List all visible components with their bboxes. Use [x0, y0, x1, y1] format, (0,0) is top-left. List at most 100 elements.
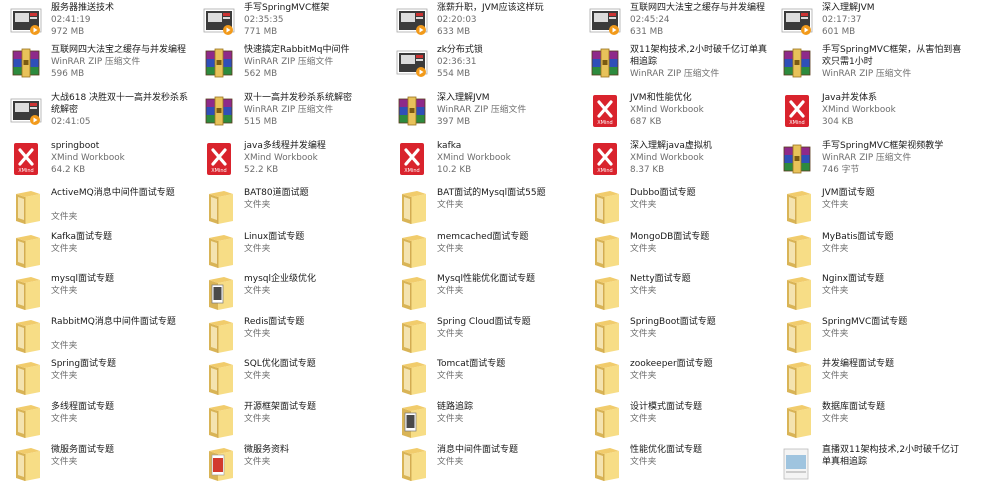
file-type-or-duration: 02:41:05	[51, 117, 91, 127]
file-name: Spring面试专题	[51, 359, 117, 369]
file-item-nginx[interactable]: Nginx面试专题 文件夹	[771, 272, 963, 314]
file-type-or-duration: WinRAR ZIP 压缩文件	[822, 69, 912, 79]
file-item-bat-mysql-55[interactable]: BAT面试的Mysql面试55题 文件夹	[386, 186, 578, 228]
file-name: 深入理解java虚拟机	[630, 141, 712, 151]
file-item-mybatis[interactable]: MyBatis面试专题 文件夹	[771, 230, 963, 272]
file-item-mysql[interactable]: Mysql性能优化面试专题 文件夹	[386, 272, 578, 314]
file-item-jvm[interactable]: 涨薪升职，JVM应该这样玩 02:20:03 633 MB	[386, 1, 578, 43]
file-item-spring[interactable]: Spring面试专题 文件夹	[0, 357, 192, 399]
file-item-mongodb[interactable]: MongoDB面试专题 文件夹	[579, 230, 771, 272]
file-item-c3-r0[interactable]: 互联网四大法宝之缓存与并发编程 02:45:24 631 MB	[579, 1, 771, 43]
winrar-archive-icon	[10, 45, 42, 81]
folder-icon	[10, 402, 42, 438]
file-name: 消息中间件面试专题	[437, 445, 519, 455]
file-type-or-duration: 文件夹	[437, 200, 464, 210]
file-item-kafka[interactable]: XMind kafka XMind Workbook 10.2 KB	[386, 139, 578, 181]
file-item-mysql[interactable]: mysql企业级优化 文件夹	[193, 272, 385, 314]
file-item-11-2[interactable]: 直播双11架构技术,2小时破千亿订单真相追踪	[771, 443, 963, 485]
file-item-c0-r9[interactable]: 多线程面试专题 文件夹	[0, 400, 192, 442]
file-item-c1-r10[interactable]: 微服务资料 文件夹	[193, 443, 385, 485]
folder-icon	[781, 317, 813, 353]
file-type-or-duration: XMind Workbook	[630, 105, 704, 115]
file-item-activemq[interactable]: ActiveMQ消息中间件面试专题 文件夹	[0, 186, 192, 228]
file-item-618[interactable]: 大战618 决胜双十一高并发秒杀系统解密 02:41:05	[0, 91, 192, 133]
file-type-or-duration: 文件夹	[244, 371, 271, 381]
file-item-springmvc[interactable]: 手写SpringMVC框架 02:35:35 771 MB	[193, 1, 385, 43]
file-item-jvm[interactable]: XMind JVM和性能优化 XMind Workbook 687 KB	[579, 91, 771, 133]
file-item-tomcat[interactable]: Tomcat面试专题 文件夹	[386, 357, 578, 399]
winrar-archive-icon-graphic	[591, 48, 619, 78]
file-item-spring-cloud[interactable]: Spring Cloud面试专题 文件夹	[386, 315, 578, 357]
file-size: 631 MB	[630, 27, 664, 37]
file-item-redis[interactable]: Redis面试专题 文件夹	[193, 315, 385, 357]
file-item-c4-r8[interactable]: 并发编程面试专题 文件夹	[771, 357, 963, 399]
folder-icon-graphic	[595, 362, 619, 395]
file-item-zk[interactable]: zk分布式锁 02:36:31 554 MB	[386, 43, 578, 85]
file-item-java[interactable]: XMind java多线程并发编程 XMind Workbook 52.2 KB	[193, 139, 385, 181]
file-item-c2-r9[interactable]: 链路追踪 文件夹	[386, 400, 578, 442]
file-item-11-2[interactable]: 双11架构技术,2小时破千亿订单真相追踪 WinRAR ZIP 压缩文件	[579, 43, 771, 85]
folder-icon	[781, 402, 813, 438]
file-name: 互联网四大法宝之缓存与并发编程	[630, 3, 766, 13]
file-type-or-duration: 文件夹	[822, 329, 849, 339]
file-item-springboot[interactable]: XMind springboot XMind Workbook 64.2 KB	[0, 139, 192, 181]
file-item-c0-r0[interactable]: 服务器推送技术 02:41:19 972 MB	[0, 1, 192, 43]
svg-text:XMind: XMind	[597, 168, 612, 174]
folder-icon-graphic	[16, 362, 40, 395]
file-item-rabbitmq[interactable]: RabbitMQ消息中间件面试专题 文件夹	[0, 315, 192, 357]
file-type-or-duration: WinRAR ZIP 压缩文件	[244, 57, 334, 67]
file-name: MongoDB面试专题	[630, 232, 710, 242]
file-item-jvm[interactable]: JVM面试专题 文件夹	[771, 186, 963, 228]
file-item-c3-r10[interactable]: 性能优化面试专题 文件夹	[579, 443, 771, 485]
file-item-c3-r9[interactable]: 设计模式面试专题 文件夹	[579, 400, 771, 442]
file-item-c2-r10[interactable]: 消息中间件面试专题 文件夹	[386, 443, 578, 485]
file-item-c4-r9[interactable]: 数据库面试专题 文件夹	[771, 400, 963, 442]
video-file-icon	[10, 3, 42, 39]
file-item-jvm[interactable]: 深入理解JVM 02:17:37 601 MB	[771, 1, 963, 43]
file-item-dubbo[interactable]: Dubbo面试专题 文件夹	[579, 186, 771, 228]
file-item-jvm[interactable]: 深入理解JVM WinRAR ZIP 压缩文件 397 MB	[386, 91, 578, 133]
file-type-or-duration: 文件夹	[630, 200, 657, 210]
svg-text:XMind: XMind	[597, 120, 612, 126]
file-size: 554 MB	[437, 69, 471, 79]
file-name: 手写SpringMVC框架视频教学	[822, 141, 944, 151]
file-size: 771 MB	[244, 27, 278, 37]
file-name: 双11架构技术,2小时破千亿订单真相追踪	[630, 45, 768, 67]
folder-doc-icon-graphic	[402, 405, 426, 438]
folder-icon-graphic	[16, 320, 40, 353]
file-item-bat80[interactable]: BAT80道面试题 文件夹	[193, 186, 385, 228]
file-type-or-duration: WinRAR ZIP 压缩文件	[822, 153, 912, 163]
file-item-memcached[interactable]: memcached面试专题 文件夹	[386, 230, 578, 272]
file-item-linux[interactable]: Linux面试专题 文件夹	[193, 230, 385, 272]
file-item-mysql[interactable]: mysql面试专题 文件夹	[0, 272, 192, 314]
file-item-c1-r2[interactable]: 双十一高并发秒杀系统解密 WinRAR ZIP 压缩文件 515 MB	[193, 91, 385, 133]
file-item-springmvc-1[interactable]: 手写SpringMVC框架，从害怕到喜欢只需1小时 WinRAR ZIP 压缩文件	[771, 43, 963, 85]
file-item-springmvc[interactable]: SpringMVC面试专题 文件夹	[771, 315, 963, 357]
file-name: 互联网四大法宝之缓存与并发编程	[51, 45, 187, 55]
file-item-springboot[interactable]: SpringBoot面试专题 文件夹	[579, 315, 771, 357]
winrar-archive-icon-graphic	[205, 96, 233, 126]
video-file-icon-graphic	[203, 8, 235, 35]
file-item-c0-r1[interactable]: 互联网四大法宝之缓存与并发编程 WinRAR ZIP 压缩文件 596 MB	[0, 43, 192, 85]
file-item-java[interactable]: XMind Java并发体系 XMind Workbook 304 KB	[771, 91, 963, 133]
video-file-icon-graphic	[10, 8, 42, 35]
file-item-rabbitmq[interactable]: 快速搞定RabbitMq中间件 WinRAR ZIP 压缩文件 562 MB	[193, 43, 385, 85]
file-type-or-duration: 文件夹	[437, 286, 464, 296]
xmind-file-icon: XMind	[589, 93, 621, 129]
file-item-kafka[interactable]: Kafka面试专题 文件夹	[0, 230, 192, 272]
file-item-zookeeper[interactable]: zookeeper面试专题 文件夹	[579, 357, 771, 399]
file-item-springmvc[interactable]: 手写SpringMVC框架视频教学 WinRAR ZIP 压缩文件 746 字节	[771, 139, 963, 181]
winrar-archive-icon-graphic	[398, 96, 426, 126]
file-item-c0-r10[interactable]: 微服务面试专题 文件夹	[0, 443, 192, 485]
video-thumbnail-icon	[781, 445, 813, 481]
file-name: 手写SpringMVC框架	[244, 3, 330, 13]
folder-icon-graphic	[402, 362, 426, 395]
file-item-sql[interactable]: SQL优化面试专题 文件夹	[193, 357, 385, 399]
file-name: 直播双11架构技术,2小时破千亿订单真相追踪	[822, 445, 960, 467]
folder-doc-icon	[203, 274, 235, 310]
file-item-netty[interactable]: Netty面试专题 文件夹	[579, 272, 771, 314]
folder-red-icon	[203, 445, 235, 481]
file-item-c1-r9[interactable]: 开源框架面试专题 文件夹	[193, 400, 385, 442]
file-item-java[interactable]: XMind 深入理解java虚拟机 XMind Workbook 8.37 KB	[579, 139, 771, 181]
folder-icon-graphic	[16, 448, 40, 481]
